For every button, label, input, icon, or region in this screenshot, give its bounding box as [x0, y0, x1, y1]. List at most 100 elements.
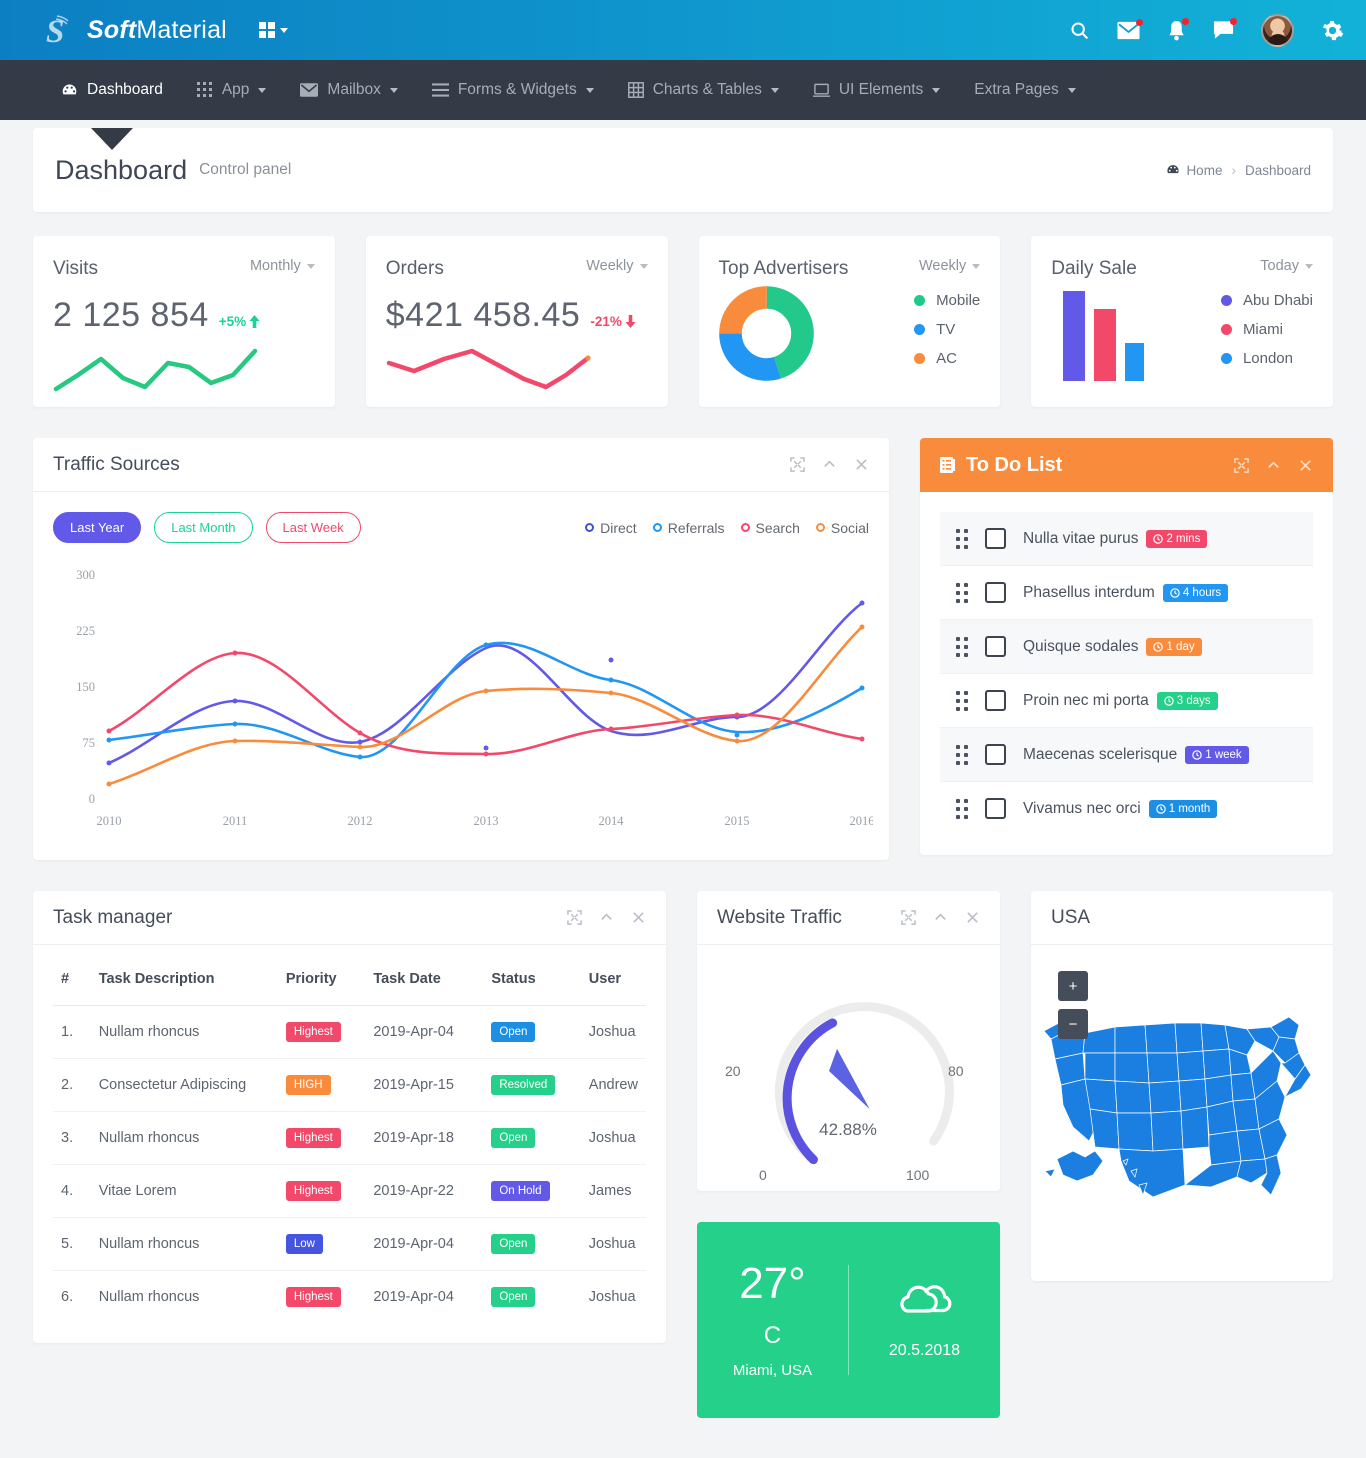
drag-handle-icon[interactable] [956, 798, 968, 819]
todo-item[interactable]: Phasellus interdum 4 hours [940, 566, 1313, 620]
daily-sale-top: Daily Sale Today [1051, 258, 1313, 280]
legend-item: Mobile [914, 292, 980, 309]
svg-text:300: 300 [76, 568, 95, 582]
collapse-icon[interactable] [599, 910, 614, 925]
top-advertisers-period[interactable]: Weekly [919, 258, 981, 274]
map-zoom-out-button[interactable]: − [1057, 1009, 1088, 1039]
legend-item-social[interactable]: Social [815, 520, 869, 536]
status-badge: Open [491, 1287, 536, 1307]
nav-item-extra-pages[interactable]: Extra Pages [957, 60, 1092, 120]
brand[interactable]: S SoftMaterial [44, 13, 227, 50]
collapse-icon[interactable] [933, 910, 948, 925]
search-icon[interactable] [1069, 20, 1090, 41]
legend-item-referrals[interactable]: Referrals [652, 520, 725, 536]
cell-priority: HIGH [277, 1058, 366, 1112]
daily-sale-label: Daily Sale [1051, 258, 1137, 279]
todo-item-pill: 4 hours [1162, 583, 1229, 602]
nav-item-charts-tables[interactable]: Charts & Tables [611, 60, 796, 120]
cell-status: On Hold [483, 1164, 581, 1218]
table-row[interactable]: 4. Vitae Lorem Highest 2019-Apr-22 On Ho… [53, 1164, 646, 1218]
chevron-down-icon [1067, 87, 1076, 93]
user-avatar[interactable] [1261, 13, 1294, 47]
chevron-down-icon [1305, 263, 1313, 269]
todo-checkbox[interactable] [985, 690, 1006, 711]
drag-handle-icon[interactable] [956, 744, 968, 765]
clock-icon [1164, 695, 1174, 706]
todo-item-text-wrap: Proin nec mi porta 3 days [1023, 691, 1218, 710]
table-row[interactable]: 2. Consectetur Adipiscing HIGH 2019-Apr-… [53, 1058, 646, 1112]
filter-last-week[interactable]: Last Week [265, 512, 361, 543]
filter-last-month[interactable]: Last Month [154, 512, 253, 543]
cell-priority: Low [277, 1217, 366, 1271]
chevron-down-icon [258, 87, 267, 93]
close-icon[interactable] [854, 457, 869, 472]
drag-handle-icon[interactable] [956, 528, 968, 549]
cell-date: 2019-Apr-04 [365, 1217, 484, 1271]
table-row[interactable]: 3. Nullam rhoncus Highest 2019-Apr-18 Op… [53, 1111, 646, 1165]
todo-item[interactable]: Nulla vitae purus 2 mins [940, 512, 1313, 566]
todo-checkbox[interactable] [985, 528, 1006, 549]
clock-icon [1155, 803, 1166, 814]
expand-icon[interactable] [567, 910, 582, 925]
todo-item-label: Nulla vitae purus [1023, 529, 1139, 547]
todo-item-text-wrap: Nulla vitae purus 2 mins [1023, 529, 1208, 548]
legend-item-search[interactable]: Search [740, 519, 800, 536]
drag-handle-icon[interactable] [956, 690, 968, 711]
weather-temperature: 27° [739, 1258, 806, 1308]
close-icon[interactable] [631, 910, 646, 925]
expand-icon[interactable] [1234, 457, 1249, 473]
page-subtitle: Control panel [199, 161, 292, 178]
todo-checkbox[interactable] [985, 636, 1006, 657]
priority-badge: Highest [285, 1128, 341, 1148]
weather-left: 27° C Miami, USA [697, 1258, 848, 1379]
collapse-icon[interactable] [822, 457, 837, 472]
todo-checkbox[interactable] [985, 744, 1006, 765]
todo-checkbox[interactable] [985, 798, 1006, 819]
legend-label: Search [755, 519, 800, 536]
nav-label-forms: Forms & Widgets [457, 81, 577, 98]
legend-item-direct[interactable]: Direct [585, 520, 637, 536]
weather-unit: C [763, 1321, 782, 1349]
grid-toggle-icon[interactable] [258, 21, 289, 39]
stat-orders-period[interactable]: Weekly [586, 258, 648, 274]
table-row[interactable]: 1. Nullam rhoncus Highest 2019-Apr-04 Op… [53, 1005, 646, 1059]
todo-item[interactable]: Maecenas scelerisque 1 week [940, 728, 1313, 782]
stat-visits-period[interactable]: Monthly [250, 258, 315, 274]
todo-item[interactable]: Vivamus nec orci 1 month [940, 782, 1313, 835]
svg-text:2011: 2011 [223, 814, 248, 828]
gear-icon[interactable] [1321, 19, 1344, 42]
todo-item[interactable]: Quisque sodales 1 day [940, 620, 1313, 674]
table-row[interactable]: 5. Nullam rhoncus Low 2019-Apr-04 Open J… [53, 1217, 646, 1271]
nav-item-forms-widgets[interactable]: Forms & Widgets [415, 60, 611, 120]
close-icon[interactable] [965, 910, 980, 925]
breadcrumb-home[interactable]: Home [1166, 163, 1222, 178]
bell-icon[interactable] [1167, 17, 1189, 41]
stat-visits-period-label: Monthly [249, 258, 301, 274]
usa-map-wrap: + − [1031, 945, 1333, 1281]
daily-sale-period[interactable]: Today [1260, 258, 1313, 274]
nav-item-mailbox[interactable]: Mailbox [283, 60, 414, 120]
todo-item[interactable]: Proin nec mi porta 3 days [940, 674, 1313, 728]
stat-visits-value: 2 125 854 [53, 296, 209, 334]
nav-item-ui-elements[interactable]: UI Elements [796, 60, 957, 120]
table-row[interactable]: 6. Nullam rhoncus Highest 2019-Apr-04 Op… [53, 1271, 646, 1324]
nav-item-dashboard[interactable]: Dashboard [44, 60, 180, 120]
cloud-icon [900, 1284, 952, 1313]
close-icon[interactable] [1298, 458, 1313, 473]
gauge-value-text: 42.88% [819, 1120, 877, 1139]
todo-checkbox[interactable] [985, 582, 1006, 603]
svg-text:2010: 2010 [97, 814, 122, 828]
stat-card-visits: Visits Monthly 2 125 854 +5% [33, 236, 335, 407]
drag-handle-icon[interactable] [956, 582, 968, 603]
filter-last-year[interactable]: Last Year [53, 512, 142, 543]
todo-list: Nulla vitae purus 2 mins Phasellus inter… [920, 492, 1333, 855]
mail-icon[interactable] [1117, 18, 1143, 40]
expand-icon[interactable] [790, 457, 805, 472]
map-zoom-in-button[interactable]: + [1057, 971, 1088, 1001]
nav-item-app[interactable]: App [180, 60, 284, 120]
expand-icon[interactable] [901, 910, 916, 925]
cell-desc: Consectetur Adipiscing [90, 1058, 278, 1112]
drag-handle-icon[interactable] [956, 636, 968, 657]
chat-icon[interactable] [1213, 18, 1237, 40]
collapse-icon[interactable] [1266, 458, 1281, 473]
